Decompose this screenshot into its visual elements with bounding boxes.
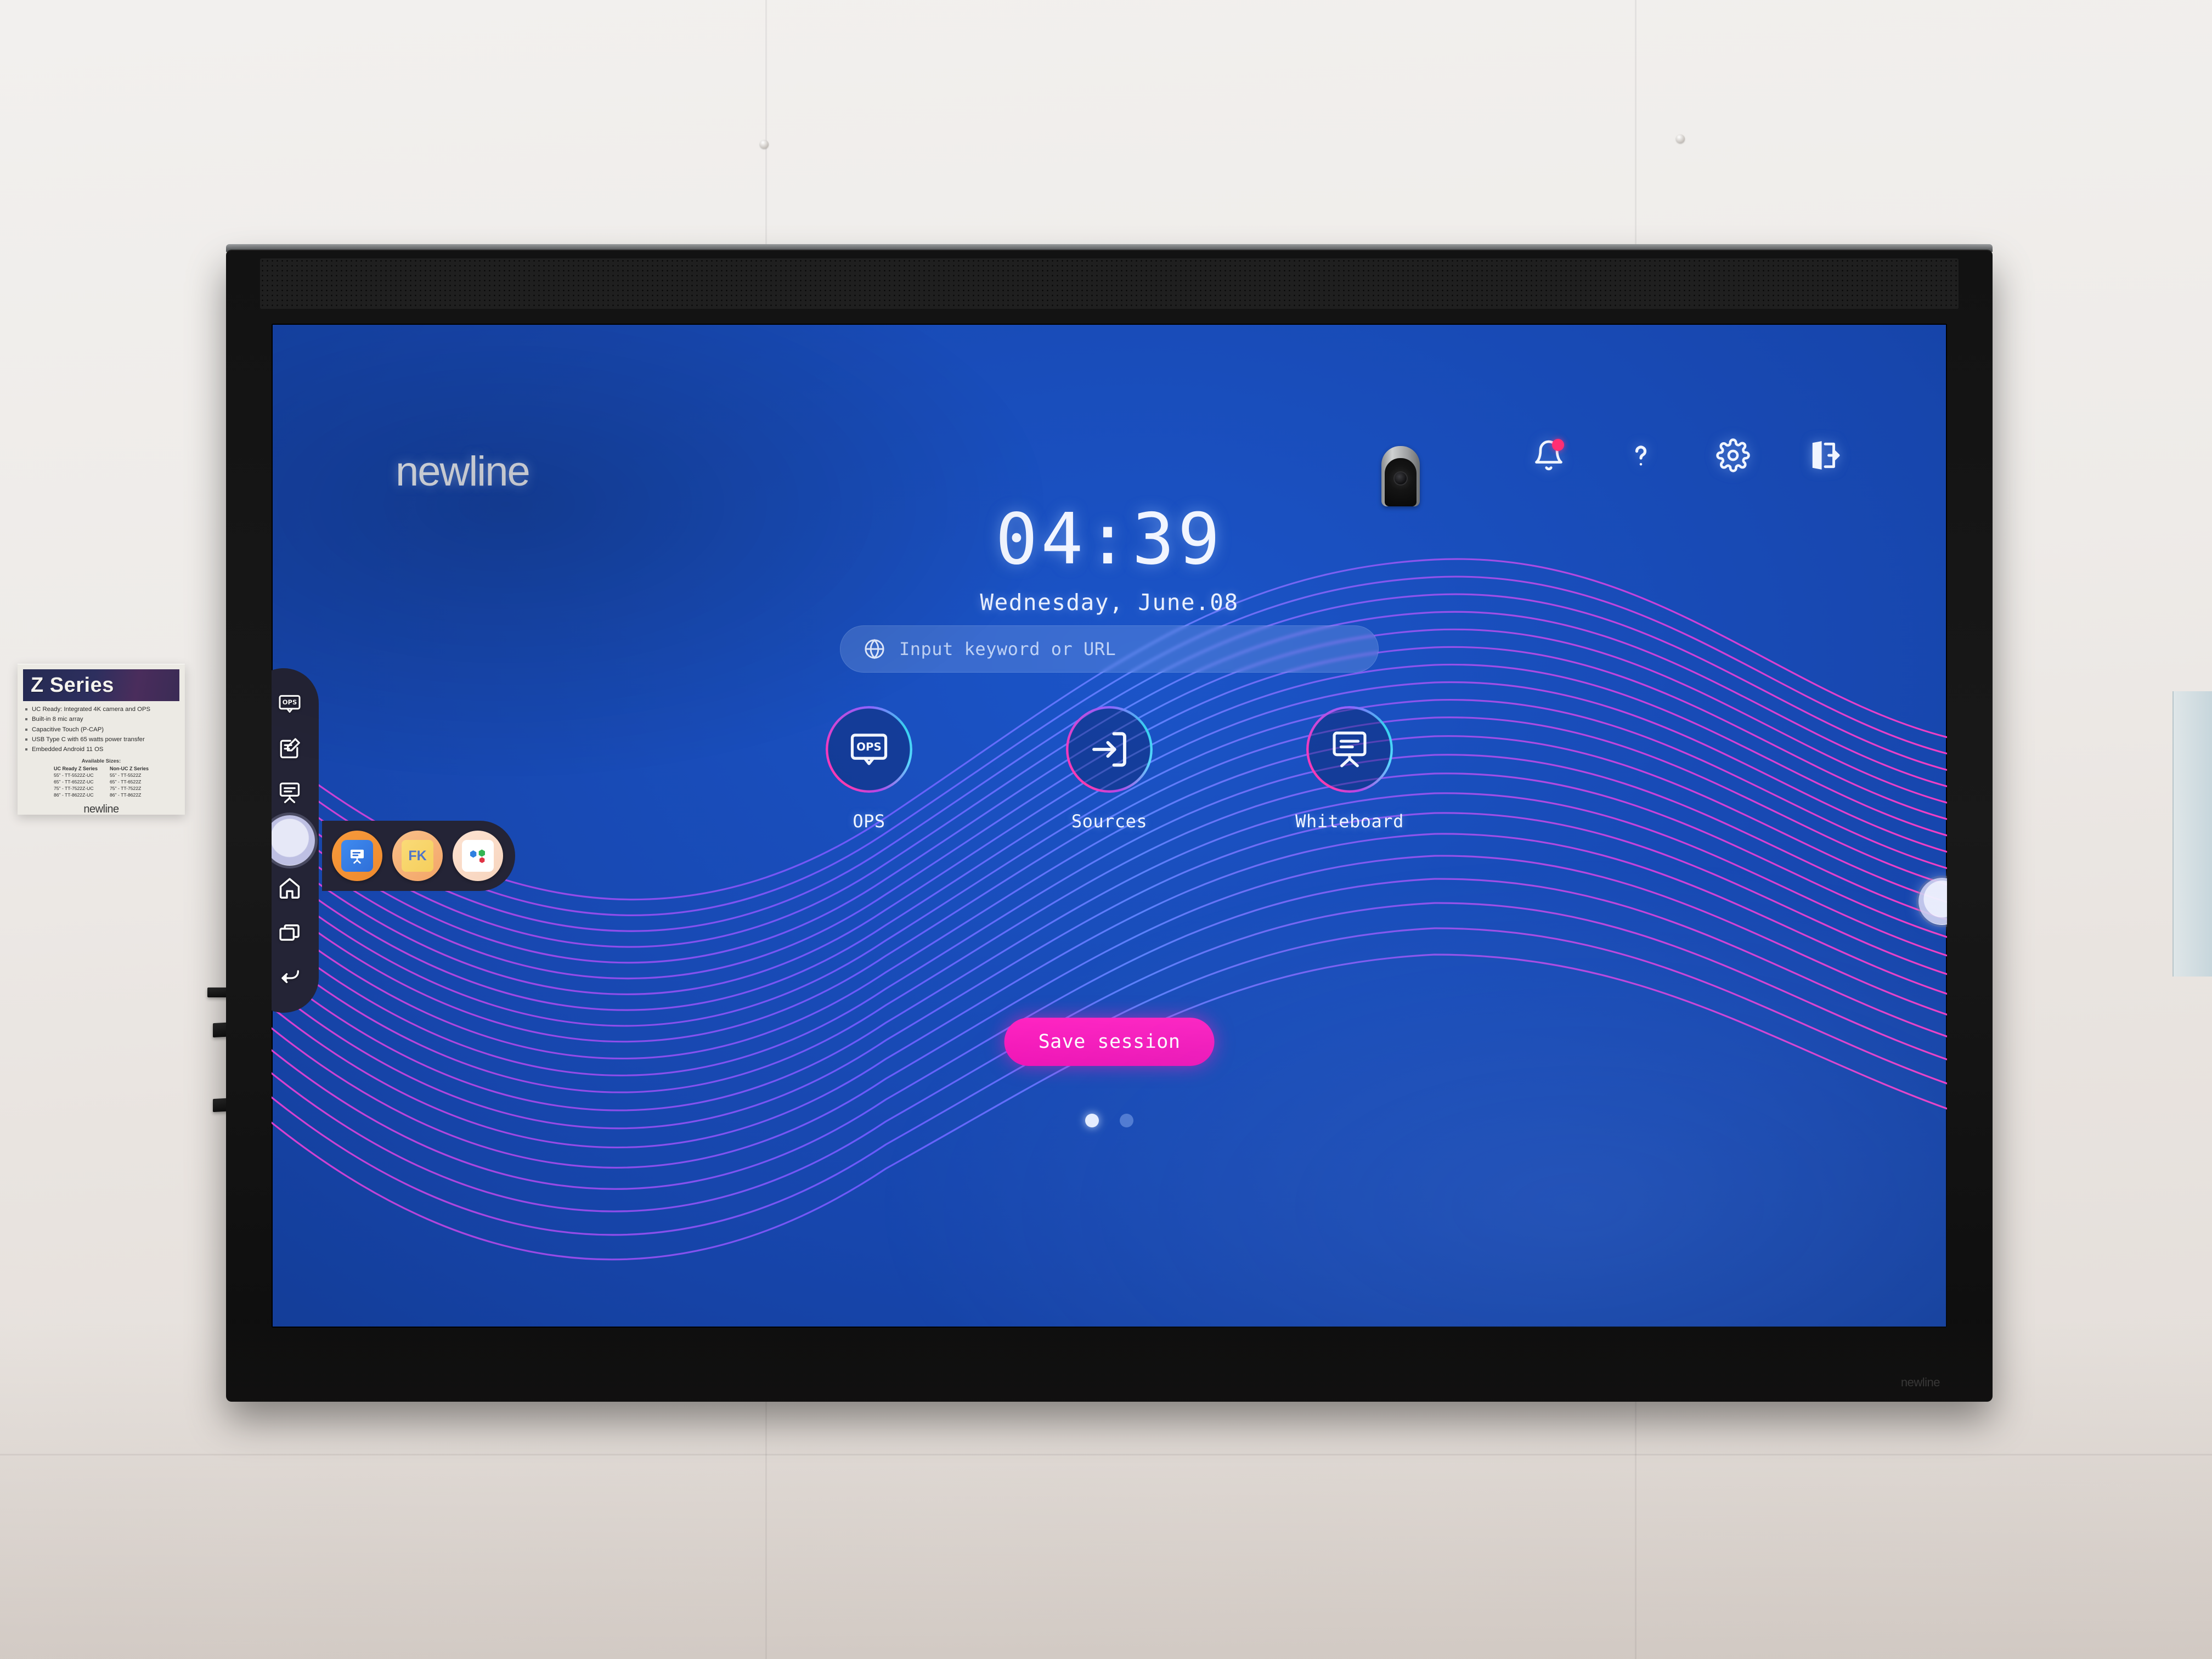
wall-sign-bullet: Embedded Android 11 OS (24, 744, 178, 754)
search-input[interactable]: Input keyword or URL (840, 625, 1379, 673)
rail-recents-button[interactable] (272, 910, 313, 955)
ops-monitor-icon: OPS (279, 695, 301, 713)
app-shortcut-whiteboard[interactable]: Whiteboard (1284, 708, 1415, 832)
globe-icon (865, 639, 884, 659)
wall-sign-header: Z Series (23, 669, 179, 701)
clock-date: Wednesday, June.08 (980, 589, 1239, 616)
app-shortcut-ops[interactable]: OPS OPS (803, 708, 935, 832)
dock-app-tray: FK (322, 821, 515, 891)
svg-text:OPS: OPS (856, 741, 882, 753)
screen-home-launcher: newline 04:39 Wednesday, June.08 Input k… (272, 324, 1947, 1328)
app-label: Sources (1071, 811, 1148, 832)
settings-button[interactable] (1716, 438, 1751, 473)
search-placeholder: Input keyword or URL (899, 639, 1116, 659)
sizes-table: UC Ready Z Series 55" - TT-5522Z-UC 65" … (18, 766, 185, 798)
ops-monitor-icon: OPS (850, 733, 888, 765)
app-circle: OPS (827, 708, 911, 791)
clock-widget: 04:39 Wednesday, June.08 (272, 505, 1947, 616)
camera-lens-icon (1385, 458, 1417, 506)
dock-file-commander[interactable]: FK (392, 831, 443, 881)
floor-shading (0, 1319, 2212, 1659)
wall-sign-bullet: UC Ready: Integrated 4K camera and OPS (24, 704, 178, 714)
svg-text:OPS: OPS (283, 698, 297, 706)
gear-icon (1716, 438, 1750, 472)
app-label: Whiteboard (1295, 811, 1404, 832)
speaker-grille (260, 258, 1959, 309)
wall-sign-brand: newline (83, 803, 119, 815)
rail-whiteboard-button[interactable] (272, 771, 313, 815)
rail-back-button[interactable] (272, 955, 313, 1000)
sizes-row: 86" - TT-8622Z (110, 792, 142, 798)
exit-button[interactable] (1808, 438, 1843, 473)
sizes-column-header: UC Ready Z Series (53, 766, 98, 772)
rail-floating-handle[interactable] (272, 815, 315, 866)
page-dot-2[interactable] (1120, 1114, 1133, 1127)
app-circle (1308, 708, 1391, 791)
sizes-row: 55" - TT-5522Z (110, 772, 142, 778)
page-dot-1[interactable] (1085, 1114, 1099, 1127)
dock-whiteboard-app[interactable] (332, 831, 382, 881)
whiteboard-app-icon (341, 840, 373, 872)
wall-sign-bullet: Capacitive Touch (P-CAP) (24, 725, 178, 735)
app-label: OPS (853, 811, 885, 832)
wall-fixture-dot (760, 140, 769, 149)
wall-sign-bullet: Built-in 8 mic array (24, 714, 178, 724)
side-navigation-rail: OPS (272, 668, 319, 1013)
hexagon-cluster-icon (470, 849, 485, 864)
wall-sign-title: Z Series (31, 673, 114, 697)
multi-window-icon (279, 924, 300, 941)
app-shortcut-sources[interactable]: Sources (1043, 708, 1175, 832)
sizes-row: 75" - TT-7522Z-UC (53, 786, 94, 792)
whiteboard-glyph-icon (351, 849, 364, 864)
input-source-arrow-icon (1092, 732, 1126, 767)
wall-sign-bullets: UC Ready: Integrated 4K camera and OPS B… (24, 704, 178, 754)
back-arrow-icon (281, 970, 300, 984)
whiteboard-easel-icon (1333, 731, 1367, 768)
sizes-row: 65" - TT-6522Z-UC (53, 779, 94, 785)
help-button[interactable] (1623, 438, 1658, 473)
rail-home-button[interactable] (272, 866, 313, 910)
room-scene: Z Series UC Ready: Integrated 4K camera … (0, 0, 2212, 1659)
rail-annotate-button[interactable] (272, 726, 313, 770)
hexagon-apps-icon (462, 840, 494, 872)
fk-folder-icon: FK (402, 840, 433, 872)
page-indicator (272, 1114, 1947, 1127)
sizes-row: 86" - TT-8622Z-UC (53, 792, 94, 798)
sizes-row: 55" - TT-5522Z-UC (53, 772, 94, 778)
sizes-column-uc: UC Ready Z Series 55" - TT-5522Z-UC 65" … (54, 766, 98, 798)
available-sizes-label: Available Sizes: (81, 758, 121, 765)
dock-all-apps[interactable] (453, 831, 503, 881)
note-pencil-icon (280, 738, 300, 759)
status-bar (1531, 438, 1843, 473)
screen-brand-logo: newline (396, 448, 531, 495)
app-shortcut-row: OPS OPS Sources Whiteboard (272, 708, 1947, 832)
clock-time: 04:39 (995, 499, 1223, 580)
interactive-flat-panel-display: newline 04:39 Wednesday, June.08 Input k… (226, 244, 1993, 1402)
wall-fixture-dot (1676, 134, 1685, 143)
wall-side-panel (2172, 691, 2212, 977)
camera-module (1381, 446, 1420, 506)
sizes-column-header: Non-UC Z Series (110, 766, 149, 772)
notification-badge (1552, 439, 1564, 451)
whiteboard-easel-icon (279, 782, 300, 804)
sizes-column-non-uc: Non-UC Z Series 55" - TT-5522Z 65" - TT-… (110, 766, 149, 798)
fk-text: FK (408, 848, 427, 864)
sizes-row: 65" - TT-6522Z (110, 779, 142, 785)
app-circle (1068, 708, 1151, 791)
wall-sign-bullet: USB Type C with 65 watts power transfer (24, 735, 178, 744)
sizes-row: 75" - TT-7522Z (110, 786, 142, 792)
question-mark-icon (1635, 445, 1647, 466)
rail-ops-button[interactable]: OPS (272, 681, 313, 726)
notifications-button[interactable] (1531, 438, 1566, 473)
home-icon (279, 878, 300, 899)
save-session-button[interactable]: Save session (1004, 1018, 1215, 1066)
exit-door-icon (1812, 441, 1840, 470)
wall-sign-z-series: Z Series UC Ready: Integrated 4K camera … (18, 664, 185, 815)
